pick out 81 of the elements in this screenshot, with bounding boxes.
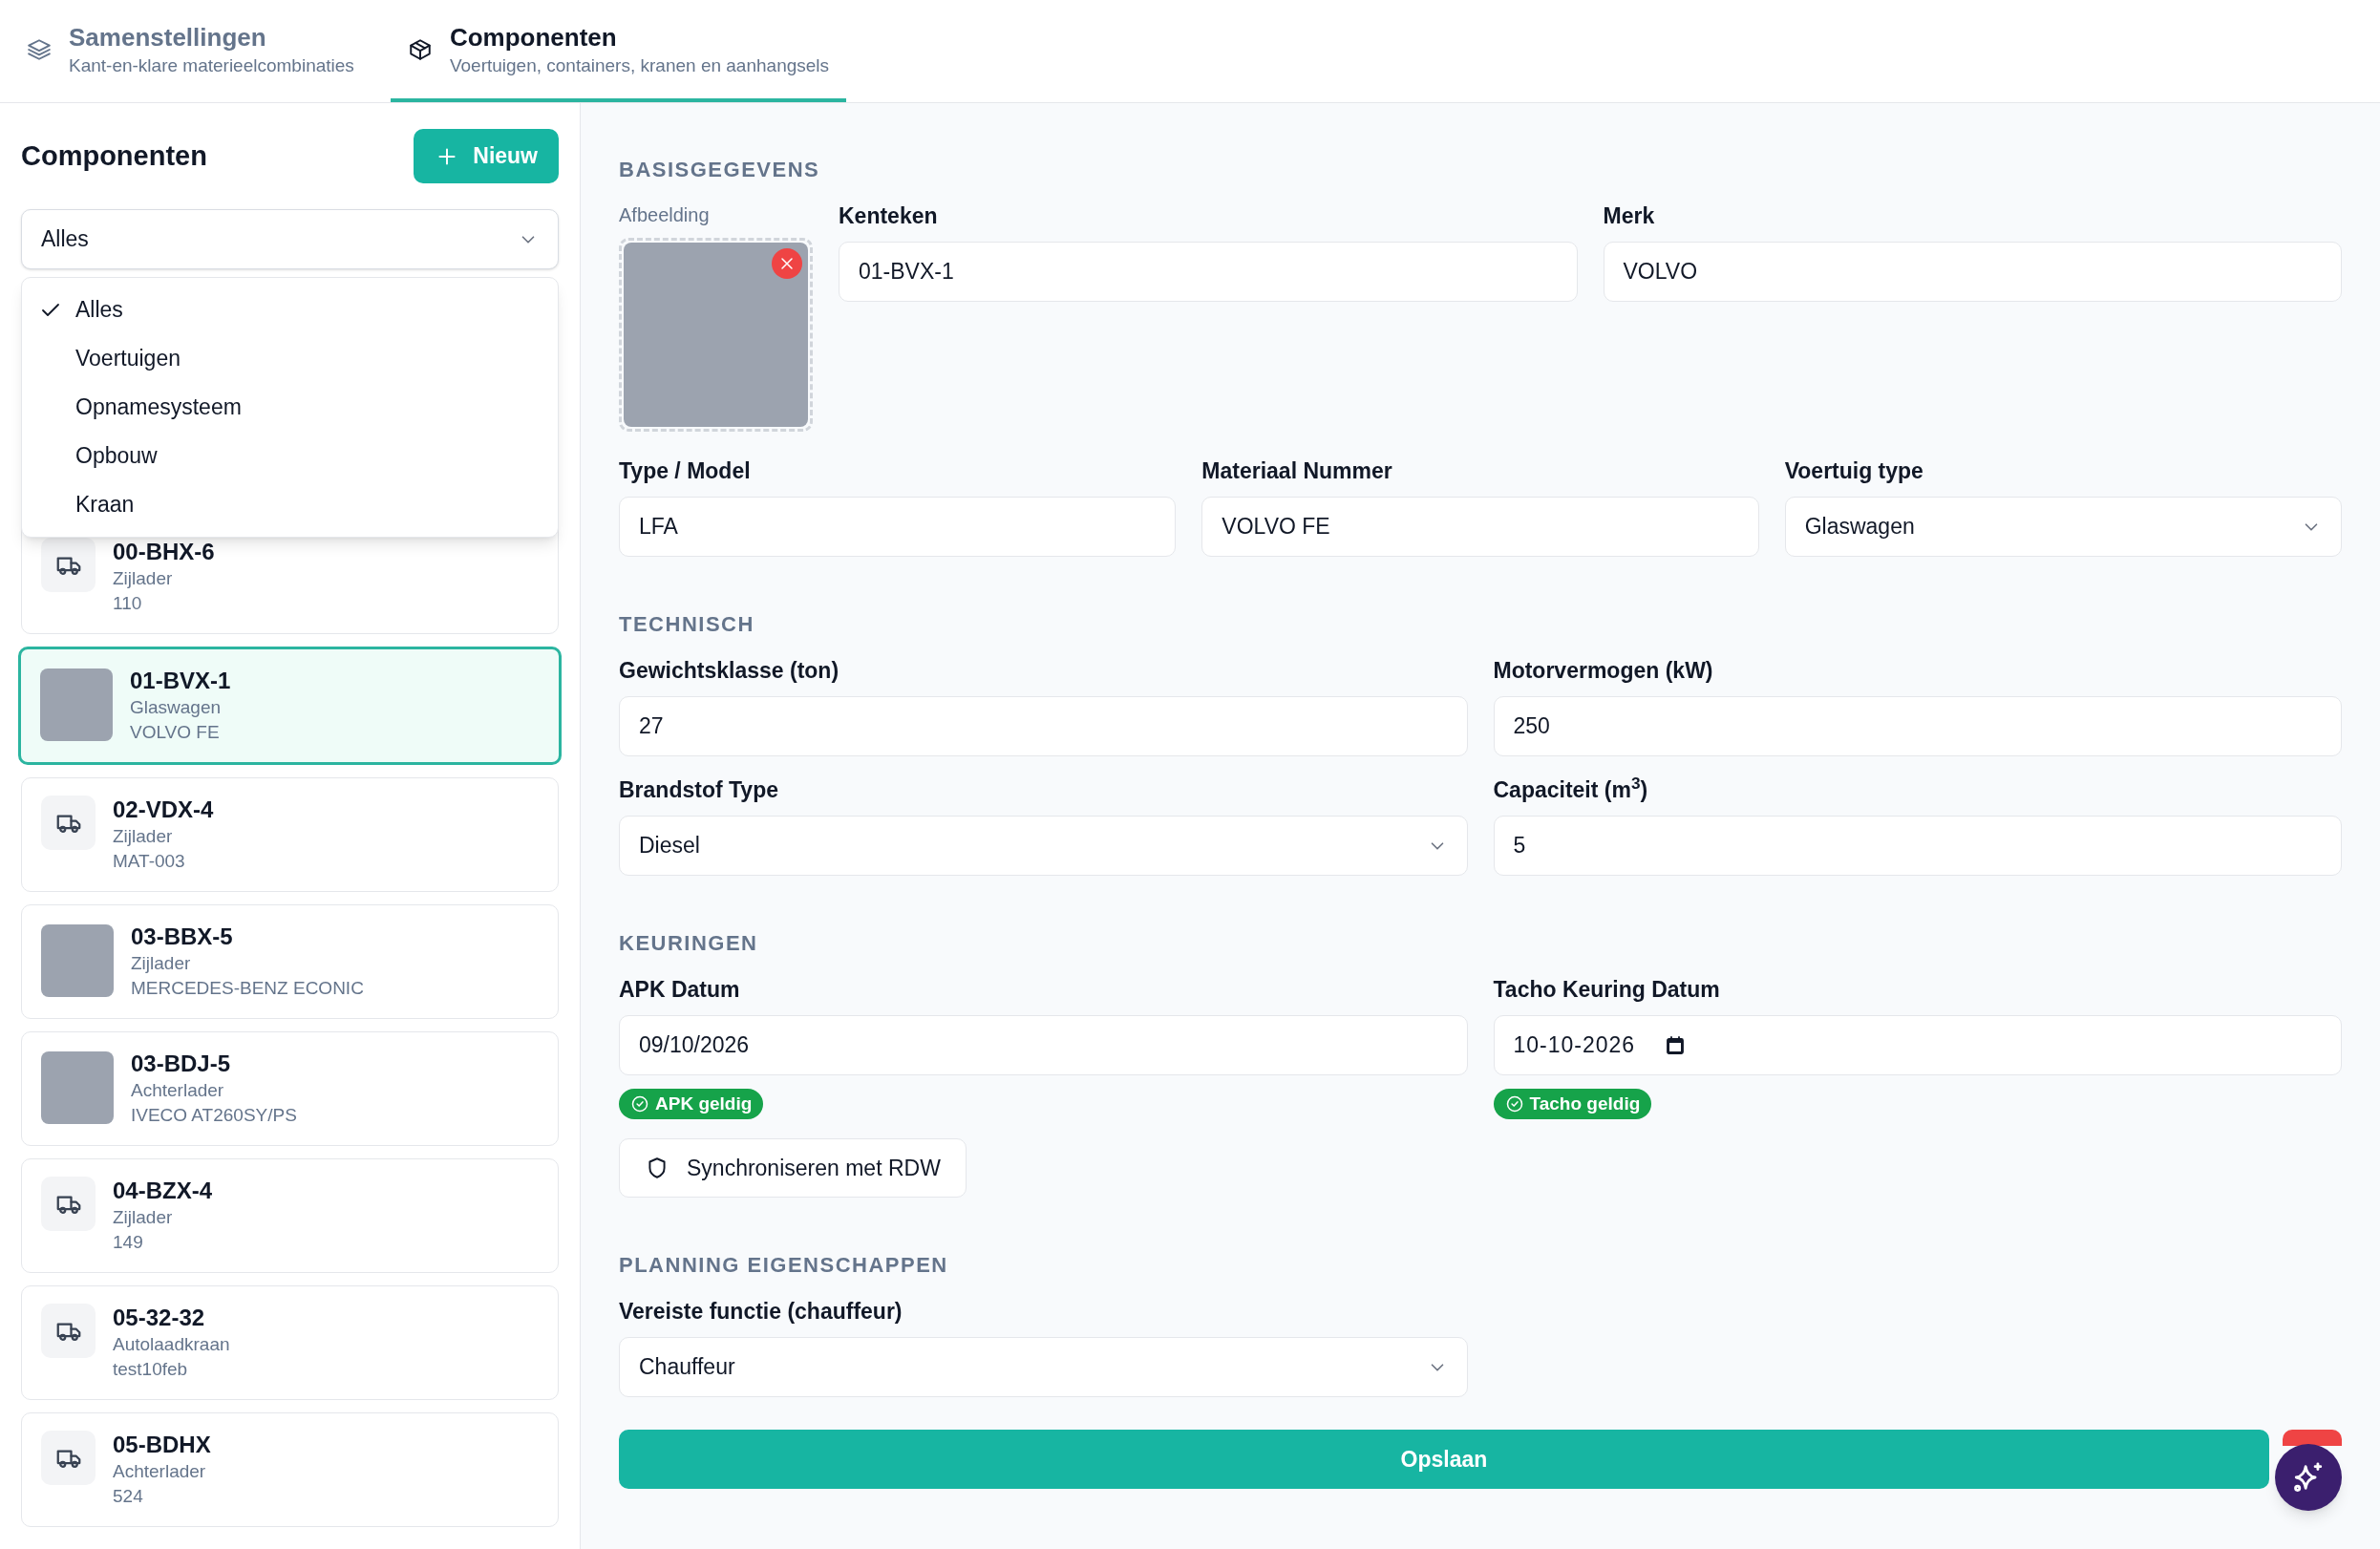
component-type: Achterlader	[131, 1079, 225, 1102]
component-type: Zijlader	[113, 567, 174, 590]
field-label: Vereiste functie (chauffeur)	[619, 1298, 903, 1326]
input-field[interactable]: 09/10/2026	[619, 1015, 1468, 1075]
tab[interactable]: Samenstellingen Kant-en-klare materieelcombinaties	[10, 0, 372, 102]
image-label: Afbeelding	[619, 203, 711, 227]
sparkle-icon	[2292, 1461, 2325, 1494]
component-type: Zijlader	[113, 1206, 174, 1229]
check-circle-icon	[1504, 1094, 1524, 1114]
input-field[interactable]: VOLVO FE	[1201, 497, 1759, 557]
field-label: Voertuig type	[1784, 457, 1924, 485]
component-type: Autolaadkraan	[113, 1333, 230, 1356]
section-heading: TECHNISCH	[619, 612, 755, 637]
component-plate: 03-BBX-5	[131, 923, 234, 951]
component-card[interactable]: 02-VDX-4 Zijlader MAT-003	[21, 777, 559, 892]
input-field[interactable]: LFA	[619, 497, 1177, 557]
component-plate: 00-BHX-6	[113, 538, 215, 566]
component-plate: 02-VDX-4	[113, 796, 214, 824]
status-badge: Tacho geldig	[1493, 1089, 1652, 1119]
filter-select[interactable]: Alles	[21, 209, 559, 269]
component-type: Zijlader	[113, 825, 174, 848]
tab-title: Componenten	[449, 21, 617, 53]
field-label: Brandstof Type	[619, 776, 779, 804]
component-plate: 05-32-32	[113, 1304, 206, 1332]
check-circle-icon	[630, 1094, 649, 1114]
input-field[interactable]: 250	[1493, 696, 2342, 756]
component-card[interactable]: 04-BZX-4 Zijlader 149	[21, 1158, 559, 1273]
component-detail: 110	[113, 592, 143, 615]
field-label: Capaciteit (m$^{3}$)	[1493, 775, 1649, 804]
tab-subtitle: Voertuigen, containers, kranen en aanhangsels	[449, 53, 830, 77]
input-field[interactable]: VOLVO	[1603, 242, 2342, 302]
tab-subtitle: Kant-en-klare materieelcombinaties	[69, 53, 354, 77]
field-label: Motorvermogen (kW)	[1493, 657, 1714, 685]
input-field[interactable]: 10-10-2026	[1493, 1015, 2342, 1075]
field-label: Materiaal Nummer	[1201, 457, 1393, 485]
component-detail: 149	[113, 1231, 144, 1254]
select-field[interactable]: Chauffeur	[619, 1337, 1468, 1397]
section-heading: BASISGEGEVENS	[619, 158, 821, 182]
component-plate: 05-BDHX	[113, 1431, 211, 1459]
component-detail: test10feb	[113, 1358, 189, 1381]
field-label: Tacho Keuring Datum	[1493, 976, 1721, 1004]
dropdown-option[interactable]: Alles	[22, 286, 558, 334]
section-heading: PLANNING EIGENSCHAPPEN	[619, 1253, 949, 1278]
select-field[interactable]: Diesel	[619, 816, 1468, 876]
component-detail: MERCEDES-BENZ ECONIC	[131, 977, 364, 1000]
component-detail: 524	[113, 1485, 144, 1508]
field-label: Merk	[1603, 202, 1656, 230]
component-card[interactable]: 03-BDJ-5 Achterlader IVECO AT260SY/PS	[21, 1031, 559, 1146]
section-heading: KEURINGEN	[619, 931, 759, 956]
select-field[interactable]: Glaswagen	[1784, 497, 2342, 557]
dropdown-option[interactable]: Opbouw	[22, 432, 558, 480]
component-type: Glaswagen	[130, 696, 223, 719]
component-detail: VOLVO FE	[130, 721, 221, 744]
component-card[interactable]: 05-BDHX Achterlader 524	[21, 1412, 559, 1527]
component-plate: 04-BZX-4	[113, 1177, 213, 1205]
component-type: Achterlader	[113, 1460, 207, 1483]
assistant-button[interactable]	[2275, 1444, 2342, 1511]
sync-button[interactable]: Synchroniseren met RDW	[619, 1138, 967, 1198]
component-card[interactable]: 03-BBX-5 Zijlader MERCEDES-BENZ ECONIC	[21, 904, 559, 1019]
input-field[interactable]: 01-BVX-1	[839, 242, 1578, 302]
component-card[interactable]: 01-BVX-1 Glaswagen VOLVO FE	[18, 647, 562, 765]
field-label: APK Datum	[619, 976, 741, 1004]
component-card[interactable]: 05-32-32 Autolaadkraan test10feb	[21, 1285, 559, 1400]
input-field[interactable]: 27	[619, 696, 1468, 756]
component-plate: 03-BDJ-5	[131, 1050, 232, 1078]
component-detail: MAT-003	[113, 850, 186, 873]
status-badge: APK geldig	[619, 1089, 764, 1119]
component-plate: 01-BVX-1	[130, 667, 231, 695]
box-icon	[407, 36, 433, 62]
sidebar-title: Componenten	[21, 138, 207, 173]
component-type: Zijlader	[131, 952, 192, 975]
field-label: Kenteken	[839, 202, 939, 230]
field-label: Gewichtsklasse (ton)	[619, 657, 840, 685]
component-detail: IVECO AT260SY/PS	[131, 1104, 297, 1127]
tab-title: Samenstellingen	[69, 21, 266, 53]
input-field[interactable]: 5	[1493, 816, 2342, 876]
dropdown-option[interactable]: Voertuigen	[22, 334, 558, 383]
field-label: Type / Model	[619, 457, 752, 485]
layers-icon	[27, 36, 52, 62]
dropdown-option[interactable]: Opnamesysteem	[22, 383, 558, 432]
delete-button[interactable]	[2283, 1430, 2342, 1446]
